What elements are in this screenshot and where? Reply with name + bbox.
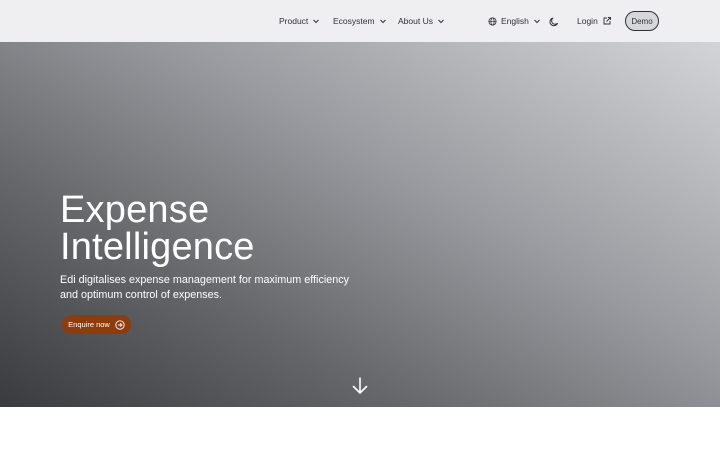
- login-link[interactable]: Login: [577, 0, 612, 42]
- demo-button[interactable]: Demo: [625, 11, 659, 31]
- site-header: Product Ecosystem About Us English Login…: [0, 0, 720, 42]
- hero-title-line: Intelligence: [60, 226, 255, 268]
- nav-about-us[interactable]: About Us: [398, 0, 445, 42]
- hero-title-line: Expense: [60, 189, 210, 231]
- nav-product[interactable]: Product: [279, 0, 320, 42]
- enquire-now-button[interactable]: Enquire now: [62, 315, 131, 334]
- external-link-icon: [603, 17, 611, 25]
- hero-title: Expense Intelligence: [60, 189, 255, 268]
- chevron-down-icon: [534, 19, 540, 24]
- language-label: English: [501, 16, 529, 26]
- chevron-down-icon: [313, 19, 320, 24]
- page: Product Ecosystem About Us English Login…: [0, 0, 720, 450]
- nav-ecosystem-label: Ecosystem: [333, 16, 375, 26]
- theme-toggle[interactable]: [549, 0, 560, 42]
- globe-icon: [488, 16, 497, 26]
- nav-ecosystem[interactable]: Ecosystem: [333, 0, 387, 42]
- arrow-right-circle-icon: [115, 319, 125, 330]
- arrow-down-icon: [352, 377, 368, 394]
- nav-about-us-label: About Us: [398, 16, 433, 26]
- moon-icon: [549, 17, 558, 26]
- hero-section: Expense Intelligence Edi digitalises exp…: [0, 42, 720, 407]
- login-label: Login: [577, 16, 598, 26]
- chevron-down-icon: [379, 19, 386, 24]
- hero-subtitle-line: Edi digitalises expense management for m…: [60, 274, 350, 286]
- chevron-down-icon: [438, 19, 444, 24]
- scroll-down-button[interactable]: [350, 376, 370, 396]
- enquire-now-label: Enquire now: [68, 320, 110, 329]
- nav-product-label: Product: [279, 16, 309, 26]
- language-selector[interactable]: English: [488, 0, 541, 42]
- hero-subtitle: Edi digitalises expense management for m…: [60, 273, 370, 302]
- hero-subtitle-line: and optimum control of expenses.: [60, 288, 223, 301]
